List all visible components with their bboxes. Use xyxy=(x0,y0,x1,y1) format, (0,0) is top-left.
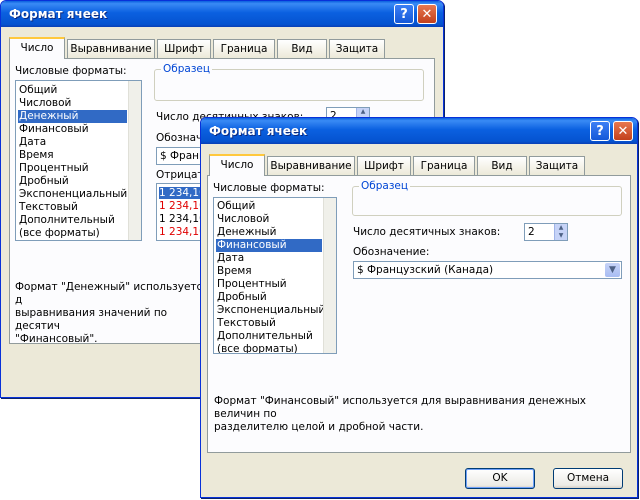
tab-font[interactable]: Шрифт xyxy=(357,156,411,175)
front-dialog-title: Формат ячеек xyxy=(209,124,308,138)
list-item[interactable]: Дополнительный xyxy=(216,330,322,343)
list-item[interactable]: Процентный xyxy=(216,278,322,291)
list-item[interactable]: Финансовый xyxy=(18,123,127,136)
help-icon: ? xyxy=(596,123,604,139)
sample-group: Образец xyxy=(352,180,622,216)
list-item[interactable]: Экспоненциальный xyxy=(216,304,325,317)
list-item[interactable]: Общий xyxy=(18,84,127,97)
close-icon: ✕ xyxy=(617,123,629,139)
back-tab-alignment[interactable]: Выравнивание xyxy=(67,39,155,58)
tab-fill[interactable]: Вид xyxy=(477,156,527,175)
list-item[interactable]: Время xyxy=(18,149,127,162)
list-item[interactable]: Текстовый xyxy=(18,201,127,214)
back-format-description: Формат "Денежный" используется д выравни… xyxy=(15,281,209,345)
back-titlebar[interactable]: Формат ячеек ? ✕ xyxy=(1,1,443,27)
list-item[interactable]: Дробный xyxy=(18,175,127,188)
back-tab-fill[interactable]: Вид xyxy=(277,39,327,58)
back-formats-scrollbar[interactable] xyxy=(128,81,141,240)
formats-scrollbar[interactable] xyxy=(323,198,336,353)
list-item[interactable]: Числовой xyxy=(18,97,127,110)
back-tab-protection[interactable]: Защита xyxy=(329,39,385,58)
back-tab-number[interactable]: Число xyxy=(9,37,65,59)
spin-up-icon[interactable]: ▲ xyxy=(357,108,369,116)
list-item[interactable]: Денежный xyxy=(216,226,322,239)
spin-down-icon[interactable]: ▼ xyxy=(555,232,567,240)
formats-list[interactable]: Общий Числовой Денежный Финансовый Дата … xyxy=(213,197,337,354)
list-item-selected[interactable]: Финансовый xyxy=(216,239,322,252)
back-tab-font[interactable]: Шрифт xyxy=(157,39,211,58)
format-description: Формат "Финансовый" используется для выр… xyxy=(214,395,586,433)
ok-button[interactable]: OK xyxy=(465,468,535,489)
decimals-value: 2 xyxy=(528,226,535,238)
front-help-button[interactable]: ? xyxy=(590,121,610,141)
list-item[interactable]: (все форматы) xyxy=(18,227,127,240)
help-icon: ? xyxy=(400,6,408,22)
spin-up-icon[interactable]: ▲ xyxy=(555,224,567,232)
front-tab-panel: Числовые форматы: Общий Числовой Денежны… xyxy=(207,175,631,453)
decimals-label: Число десятичных знаков: xyxy=(353,226,501,238)
back-formats-label: Числовые форматы: xyxy=(15,65,127,77)
tab-border[interactable]: Граница xyxy=(413,156,475,175)
front-dialog: Формат ячеек ? ✕ Число Выравнивание Шриф… xyxy=(200,117,638,498)
close-icon: ✕ xyxy=(421,6,433,22)
negative-option[interactable]: 1 234,10 xyxy=(159,226,206,238)
list-item[interactable]: Дробный xyxy=(216,291,322,304)
list-item[interactable]: (все форматы) xyxy=(216,343,322,353)
tab-alignment[interactable]: Выравнивание xyxy=(267,156,355,175)
back-formats-list[interactable]: Общий Числовой Денежный Финансовый Дата … xyxy=(15,80,142,241)
list-item[interactable]: Текстовый xyxy=(216,317,322,330)
negative-option[interactable]: 1 234,10 xyxy=(159,213,206,225)
list-item[interactable]: Экспоненциальный xyxy=(18,188,127,201)
front-close-button[interactable]: ✕ xyxy=(613,121,633,141)
symbol-select[interactable]: $ Французский (Канада) ▼ xyxy=(353,261,622,279)
formats-label: Числовые форматы: xyxy=(213,182,325,194)
back-negative-label: Отрицат xyxy=(156,169,204,181)
list-item[interactable]: Общий xyxy=(216,200,322,213)
negative-option[interactable]: 1 234,10 xyxy=(159,200,206,212)
spin-arrows-icon[interactable]: ▲ ▼ xyxy=(554,224,567,240)
list-item[interactable]: Числовой xyxy=(216,213,322,226)
symbol-value: $ Французский (Канада) xyxy=(357,264,494,276)
list-item[interactable]: Дата xyxy=(18,136,127,149)
sample-label: Образец xyxy=(359,180,411,192)
symbol-label: Обозначение: xyxy=(353,246,430,258)
decimals-spinner[interactable]: 2 ▲ ▼ xyxy=(524,223,568,241)
list-item-selected[interactable]: Денежный xyxy=(18,110,127,123)
list-item[interactable]: Время xyxy=(216,265,322,278)
cancel-button[interactable]: Отмена xyxy=(553,468,623,489)
back-tab-border[interactable]: Граница xyxy=(213,39,275,58)
back-sample-group: Образец xyxy=(154,63,424,101)
tab-number[interactable]: Число xyxy=(209,154,265,176)
back-close-button[interactable]: ✕ xyxy=(417,4,437,24)
back-sample-label: Образец xyxy=(161,63,213,75)
tab-protection[interactable]: Защита xyxy=(529,156,585,175)
list-item[interactable]: Дополнительный xyxy=(18,214,127,227)
back-dialog-title: Формат ячеек xyxy=(9,7,108,21)
list-item[interactable]: Дата xyxy=(216,252,322,265)
chevron-down-icon[interactable]: ▼ xyxy=(605,263,620,277)
front-titlebar[interactable]: Формат ячеек ? ✕ xyxy=(201,118,637,144)
back-help-button[interactable]: ? xyxy=(394,4,414,24)
list-item[interactable]: Процентный xyxy=(18,162,127,175)
